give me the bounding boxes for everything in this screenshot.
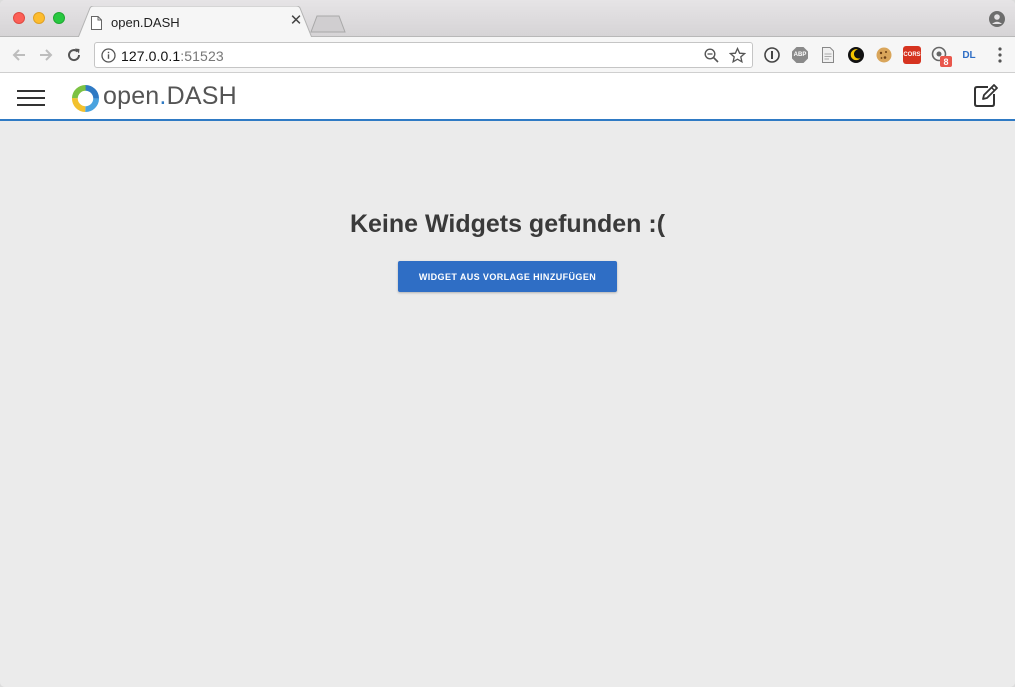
tab-title: open.DASH: [111, 15, 180, 30]
cors-label: CORS: [903, 52, 921, 58]
new-tab-button[interactable]: [310, 15, 346, 33]
minimize-window-button[interactable]: [33, 12, 45, 24]
close-window-button[interactable]: [13, 12, 25, 24]
edit-icon[interactable]: [973, 84, 999, 108]
notification-badge: 8: [940, 56, 952, 67]
dl-extension-icon[interactable]: DL: [959, 46, 979, 64]
logo-prefix: open: [103, 82, 160, 110]
app-header: open.DASH: [0, 73, 1015, 121]
tab-strip: open.DASH ✕: [0, 0, 1015, 38]
adblock-label: ABP: [793, 52, 807, 58]
page-icon: [91, 16, 102, 30]
adblock-icon[interactable]: ABP: [791, 46, 809, 64]
close-tab-icon[interactable]: ✕: [288, 13, 304, 29]
browser-menu-icon[interactable]: [998, 47, 1002, 63]
url-port: :51523: [180, 48, 224, 64]
add-widget-from-template-button[interactable]: WIDGET AUS VORLAGE HINZUFÜGEN: [398, 261, 617, 292]
url-host: 127.0.0.1: [121, 48, 181, 64]
empty-state-message: Keine Widgets gefunden :(: [349, 210, 666, 238]
cookie-icon[interactable]: [875, 46, 893, 64]
address-bar[interactable]: 127.0.0.1:51523: [94, 42, 753, 68]
reload-icon[interactable]: [65, 46, 83, 64]
info-icon[interactable]: [101, 48, 116, 63]
app-logo-text: open.DASH: [103, 82, 237, 111]
bookmark-star-icon[interactable]: [729, 47, 746, 64]
browser-tab-active[interactable]: open.DASH ✕: [78, 6, 312, 38]
browser-window: open.DASH ✕ 127.0.0.1:51523 ABP CORS 8 D…: [0, 0, 1015, 687]
extension-info-icon[interactable]: [763, 46, 781, 64]
logo-suffix: DASH: [166, 82, 237, 110]
badge-count: 8: [943, 56, 949, 67]
night-mode-icon[interactable]: [847, 46, 865, 64]
zoom-out-icon[interactable]: [704, 48, 719, 63]
cors-extension-icon[interactable]: CORS: [903, 46, 921, 64]
hamburger-menu-icon[interactable]: [17, 90, 45, 106]
back-arrow-icon[interactable]: [10, 46, 28, 64]
logo-icon: [71, 84, 100, 113]
dl-label: DL: [962, 49, 976, 61]
maximize-window-button[interactable]: [53, 12, 65, 24]
browser-toolbar: 127.0.0.1:51523 ABP CORS 8 DL: [0, 37, 1015, 73]
logo-dot: .: [159, 82, 167, 110]
main-content: Keine Widgets gefunden :( WIDGET AUS VOR…: [0, 123, 1015, 687]
forward-arrow-icon[interactable]: [37, 46, 55, 64]
profile-icon[interactable]: [989, 11, 1005, 27]
url-text: 127.0.0.1:51523: [121, 48, 224, 64]
document-extension-icon[interactable]: [819, 46, 837, 64]
